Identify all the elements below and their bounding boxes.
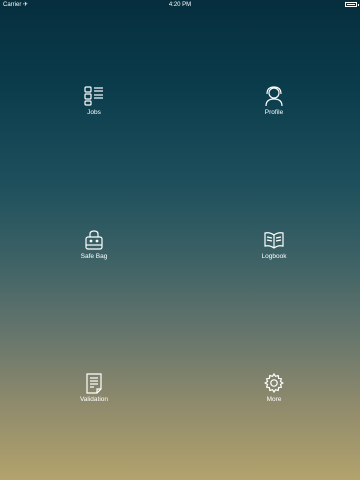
- menu-item-label: Logbook: [261, 253, 287, 260]
- battery-icon: [345, 2, 359, 7]
- menu-item-label: More: [266, 396, 282, 403]
- safe-bag-icon: [85, 230, 103, 250]
- jobs-list-icon: [84, 86, 103, 106]
- logbook-icon: [264, 232, 284, 249]
- menu-item-label: Safe Bag: [80, 253, 108, 260]
- menu-item-safe-bag[interactable]: Safe Bag: [54, 229, 134, 279]
- gear-icon: [264, 372, 284, 394]
- menu-item-more[interactable]: More: [234, 372, 314, 422]
- menu-item-label: Validation: [79, 396, 109, 403]
- menu-item-label: Jobs: [87, 109, 101, 116]
- menu-item-label: Profile: [264, 109, 284, 116]
- validation-document-icon: [86, 373, 102, 394]
- menu-item-profile[interactable]: Profile: [234, 85, 314, 135]
- profile-user-icon: [265, 86, 283, 107]
- menu-item-logbook[interactable]: Logbook: [234, 229, 314, 279]
- menu-item-jobs[interactable]: Jobs: [54, 85, 134, 135]
- battery-indicator: [345, 0, 359, 7]
- status-time: 4:20 PM: [168, 2, 192, 8]
- status-bar: Carrier ✈ 4:20 PM: [0, 0, 360, 10]
- menu-item-validation[interactable]: Validation: [54, 372, 134, 422]
